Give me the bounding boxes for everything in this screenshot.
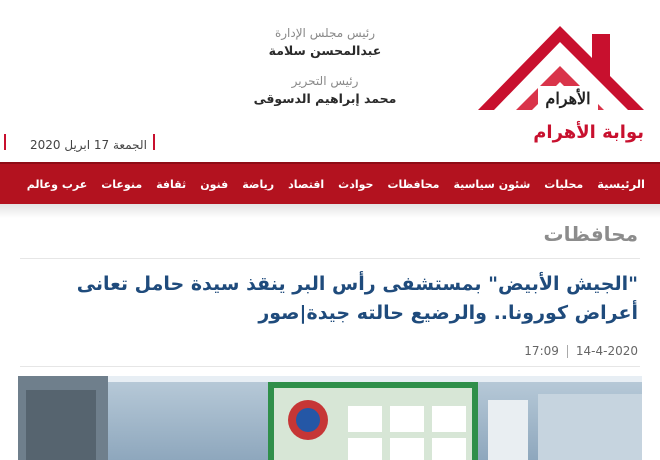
nav-item[interactable]: منوعات xyxy=(94,178,149,191)
current-date: الجمعة 17 ابريل 2020 xyxy=(30,138,147,152)
date-wrap: الجمعة 17 ابريل 2020 xyxy=(30,134,147,153)
editor-name: محمد إبراهيم الدسوقى xyxy=(253,91,397,106)
meta-divider xyxy=(20,366,640,367)
site-header: رئيس مجلس الإدارة عبدالمحسن سلامة رئيس ا… xyxy=(0,0,660,162)
main-nav: الرئيسية محليات شئون سياسية محافظات حوادث اقت… xyxy=(0,162,660,204)
divider xyxy=(4,134,6,150)
logo-arabic-mark: الأهرام xyxy=(545,88,590,109)
nav-item[interactable]: محليات xyxy=(537,178,590,191)
article-meta: 14-4-2020 17:09 xyxy=(524,344,638,358)
meta-separator xyxy=(566,344,568,358)
article-date: 14-4-2020 xyxy=(575,344,638,358)
section-divider xyxy=(20,258,640,259)
nav-item[interactable]: ثقافة xyxy=(149,178,193,191)
section-title[interactable]: محافظات xyxy=(544,222,639,246)
nav-items: الرئيسية محليات شئون سياسية محافظات حوادث اقت… xyxy=(20,164,652,204)
nav-item[interactable]: فنون xyxy=(193,178,235,191)
board-chair-title: رئيس مجلس الإدارة xyxy=(274,26,376,40)
nav-item[interactable]: الرئيسية xyxy=(590,177,652,191)
article-headline: "الجيش الأبيض" بمستشفى رأس البر ينقذ سيد… xyxy=(76,273,638,324)
board-chair-name: عبدالمحسن سلامة xyxy=(268,43,382,58)
nav-item[interactable]: شئون سياسية xyxy=(446,178,537,191)
nav-item[interactable]: عرب وعالم xyxy=(20,178,94,191)
nav-item[interactable]: اقتصاد xyxy=(281,178,331,191)
nav-item[interactable]: رياضة xyxy=(235,178,281,191)
article-photo[interactable] xyxy=(18,376,642,460)
date-separator xyxy=(153,134,155,150)
nav-shadow xyxy=(0,204,660,218)
article-time: 17:09 xyxy=(524,344,559,358)
nav-item[interactable]: محافظات xyxy=(380,178,446,191)
editor-title: رئيس التحرير xyxy=(291,74,359,88)
nav-item[interactable]: حوادث xyxy=(331,178,380,191)
masthead: رئيس مجلس الإدارة عبدالمحسن سلامة رئيس ا… xyxy=(245,24,405,120)
logo-text[interactable]: بوابة الأهرام xyxy=(533,122,644,143)
